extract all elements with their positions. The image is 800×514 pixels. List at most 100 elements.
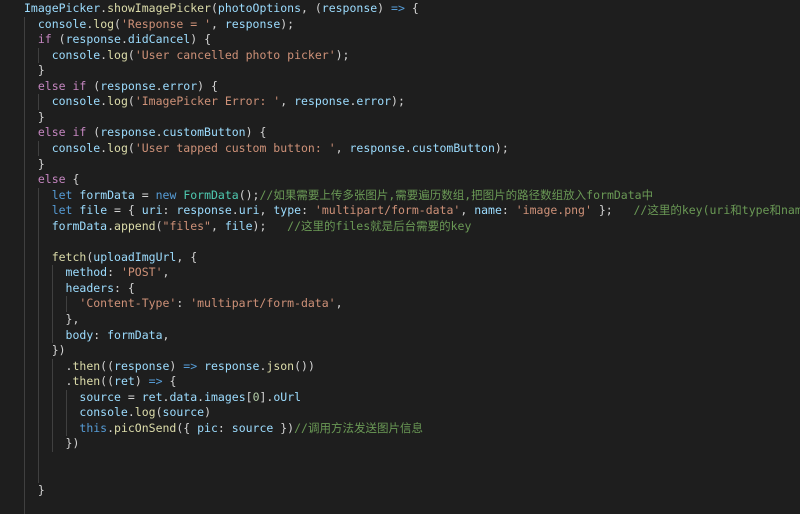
code-token: photoOptions (217, 1, 301, 15)
code-line[interactable]: }) (24, 436, 80, 452)
code-token: headers (65, 280, 115, 295)
code-token: ( (127, 47, 135, 62)
code-token: . (107, 218, 115, 233)
code-line[interactable]: } (24, 63, 45, 79)
code-token: ( (127, 94, 135, 109)
code-token: response (349, 140, 405, 155)
code-token: : (301, 203, 315, 218)
code-line[interactable]: }, (24, 312, 80, 328)
code-token: 'ImagePicker Error: ' (134, 94, 281, 109)
code-token: response (114, 358, 170, 373)
code-line[interactable]: else if (response.customButton) { (24, 125, 267, 141)
code-token: uploadImgUrl (93, 249, 177, 264)
code-token: ); (391, 94, 405, 109)
code-token: log (107, 47, 128, 62)
code-token: console (37, 16, 87, 31)
code-token: let (51, 203, 73, 218)
code-line[interactable]: console.log('ImagePicker Error: ', respo… (24, 94, 405, 110)
code-line[interactable]: console.log(source) (24, 405, 211, 421)
code-token: 'Content-Type' (79, 296, 177, 311)
code-token: images (204, 389, 246, 404)
code-line[interactable]: } (24, 110, 45, 126)
code-token: source (162, 405, 205, 420)
code-token: source (79, 389, 121, 404)
code-token: ) { (197, 78, 218, 93)
code-line[interactable]: else { (24, 172, 80, 188)
code-token: ]. (259, 389, 274, 404)
code-line[interactable]: 'Content-Type': 'multipart/form-data', (24, 296, 343, 312)
code-line[interactable]: } (24, 483, 45, 499)
code-line[interactable]: body: formData, (24, 328, 170, 344)
code-token: else (37, 172, 66, 187)
code-token: console (51, 94, 101, 109)
code-token: //调用方法发送图片信息 (294, 420, 423, 435)
code-line[interactable]: ImagePicker.showImagePicker(photoOptions… (24, 1, 419, 17)
code-token: response (100, 78, 156, 93)
code-token: append (114, 218, 156, 233)
code-token: then (72, 358, 101, 373)
code-token: = (134, 187, 156, 202)
code-token: ( (114, 16, 121, 31)
code-line[interactable]: headers: { (24, 281, 135, 297)
code-token: , (335, 140, 350, 155)
code-token: else if (37, 78, 87, 93)
code-line[interactable]: source = ret.data.images[0].oUrl (24, 390, 301, 406)
code-token: "files" (162, 218, 211, 233)
code-token: 'User cancelled photo picker' (134, 47, 336, 62)
code-token: ( (51, 32, 66, 47)
code-token: } (24, 156, 45, 171)
code-line[interactable]: } (24, 157, 45, 173)
code-line[interactable]: console.log('Response = ', response); (24, 17, 294, 33)
code-line[interactable]: method: 'POST', (24, 265, 170, 281)
code-token: ); (252, 218, 288, 233)
code-token: : (162, 203, 177, 218)
code-token: response (321, 1, 378, 15)
code-token: , (335, 296, 343, 311)
code-token: response (294, 94, 350, 109)
code-token: , (280, 94, 295, 109)
code-token: : (176, 296, 191, 311)
code-line[interactable]: else if (response.error) { (24, 79, 218, 95)
code-line[interactable]: formData.append("files", file); //这里的fil… (24, 218, 472, 235)
code-line[interactable]: .then((response) => response.json()) (24, 359, 315, 375)
code-token: file (224, 218, 253, 233)
code-token: . (231, 203, 239, 218)
code-token: //如果需要上传多张图片,需要遍历数组,把图片的路径数组放入formData中 (259, 187, 654, 202)
code-editor[interactable]: ImagePicker.showImagePicker(photoOptions… (0, 0, 800, 514)
code-token: 'POST' (120, 265, 163, 280)
code-line[interactable]: this.picOnSend({ pic: source })//调用方法发送图… (24, 421, 423, 437)
code-line[interactable]: .then((ret) => { (24, 374, 177, 390)
code-token: customButton (162, 125, 246, 140)
code-token: response (65, 32, 121, 47)
code-line[interactable]: console.log('User cancelled photo picker… (24, 47, 350, 64)
code-token: ( (210, 1, 218, 15)
code-token: = (120, 389, 142, 404)
code-line[interactable]: let formData = new FormData();//如果需要上传多张… (24, 188, 653, 204)
code-token: => (148, 374, 163, 389)
code-line[interactable]: fetch(uploadImgUrl, { (24, 250, 197, 266)
code-line[interactable]: }) (24, 343, 66, 359)
code-line[interactable]: let file = { uri: response.uri, type: 'm… (24, 203, 800, 219)
code-token: } (24, 109, 45, 124)
code-token: ) (377, 1, 392, 15)
code-token: uri (141, 203, 163, 218)
code-line[interactable]: console. log('User tapped custom button: … (24, 141, 509, 157)
code-token: = { (107, 203, 142, 218)
code-token: this (79, 420, 108, 435)
code-token: }) (24, 436, 80, 451)
code-line[interactable]: if (response.didCancel) { (24, 32, 211, 48)
code-token: name (474, 203, 502, 218)
code-token: . (24, 374, 73, 389)
code-token: . (24, 358, 73, 373)
code-token: 0 (252, 389, 260, 404)
code-token: 'Response = ' (120, 16, 211, 31)
